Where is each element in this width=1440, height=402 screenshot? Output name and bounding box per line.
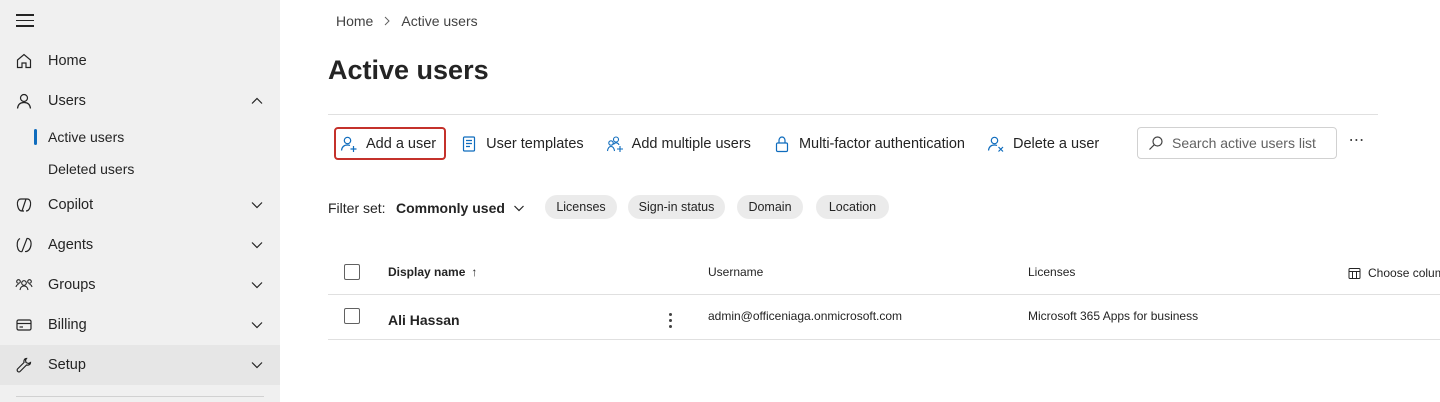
hamburger-menu-icon[interactable]: [16, 14, 34, 28]
wrench-icon: [16, 357, 32, 373]
add-user-label: Add a user: [366, 135, 437, 152]
add-people-icon: [606, 135, 623, 152]
sidebar-item-label: Groups: [48, 277, 96, 293]
divider: [328, 294, 1440, 295]
sidebar-item-label: Users: [48, 93, 86, 109]
home-icon: [16, 53, 32, 69]
mfa-label: Multi-factor authentication: [798, 135, 965, 152]
user-icon: [16, 93, 32, 109]
add-user-button[interactable]: Add a user: [334, 127, 447, 160]
filter-set-label: Filter set:: [328, 200, 386, 216]
column-header-label: Display name: [388, 265, 466, 279]
column-header-display-name[interactable]: Display name ↑: [388, 265, 477, 279]
sidebar-subitem-active-users[interactable]: Active users: [0, 121, 280, 153]
delete-user-icon: [987, 136, 1004, 152]
chevron-down-icon: [513, 205, 524, 212]
row-more-actions-icon[interactable]: [662, 310, 678, 332]
chevron-down-icon: [251, 322, 263, 329]
command-bar: Add a user User templates Add multiple u…: [334, 127, 1115, 160]
select-all-checkbox[interactable]: [344, 264, 360, 280]
sidebar-item-groups[interactable]: Groups: [0, 265, 280, 305]
search-input[interactable]: [1172, 135, 1322, 151]
document-icon: [463, 135, 476, 152]
copilot-icon: [16, 198, 32, 212]
chevron-down-icon: [251, 362, 263, 369]
chevron-down-icon: [251, 202, 263, 209]
breadcrumb: Home Active users: [336, 12, 478, 30]
breadcrumb-home-link[interactable]: Home: [336, 13, 373, 29]
divider: [328, 114, 1378, 115]
page-title: Active users: [328, 55, 489, 85]
selected-indicator: [34, 129, 37, 145]
filter-chip-location[interactable]: Location: [816, 195, 889, 219]
chevron-down-icon: [251, 242, 263, 249]
add-multiple-users-label: Add multiple users: [631, 135, 751, 152]
divider: [328, 339, 1440, 340]
column-header-username[interactable]: Username: [708, 265, 763, 279]
user-templates-button[interactable]: User templates: [454, 127, 592, 160]
sidebar-item-setup[interactable]: Setup: [0, 345, 280, 385]
groups-icon: [15, 279, 33, 291]
lock-icon: [775, 135, 789, 152]
choose-columns-label: Choose columns: [1368, 266, 1440, 280]
more-options-button[interactable]: ⋯: [1344, 130, 1370, 156]
filter-set-value: Commonly used: [396, 200, 505, 216]
chevron-up-icon: [251, 97, 263, 104]
sidebar-subitem-deleted-users[interactable]: Deleted users: [0, 153, 280, 185]
add-user-icon: [340, 136, 357, 152]
user-templates-label: User templates: [486, 135, 584, 152]
column-header-licenses[interactable]: Licenses: [1028, 265, 1075, 279]
breadcrumb-current: Active users: [401, 13, 478, 29]
chevron-down-icon: [251, 282, 263, 289]
sidebar-item-copilot[interactable]: Copilot: [0, 185, 280, 225]
sort-ascending-icon: ↑: [471, 265, 478, 279]
filter-chip-sign-in-status[interactable]: Sign-in status: [628, 195, 725, 219]
sidebar-subitem-label: Active users: [48, 129, 125, 145]
billing-icon: [16, 319, 32, 331]
sidebar-item-agents[interactable]: Agents: [0, 225, 280, 265]
filter-set-dropdown[interactable]: Commonly used: [396, 198, 525, 218]
sidebar-item-label: Billing: [48, 317, 87, 333]
filter-chip-licenses[interactable]: Licenses: [545, 195, 617, 219]
user-licenses: Microsoft 365 Apps for business: [1028, 309, 1199, 323]
choose-columns-button[interactable]: Choose columns: [1348, 266, 1440, 280]
columns-icon: [1348, 267, 1361, 279]
sidebar-item-billing[interactable]: Billing: [0, 305, 280, 345]
delete-user-button[interactable]: Delete a user: [981, 127, 1107, 160]
sidebar-item-users[interactable]: Users: [0, 81, 280, 121]
sidebar: Home Users Active users Deleted users Co…: [0, 0, 280, 402]
search-icon: [1149, 136, 1163, 150]
sidebar-item-label: Agents: [48, 237, 94, 253]
row-checkbox[interactable]: [344, 308, 360, 324]
sidebar-divider: [16, 396, 264, 397]
sidebar-subitem-label: Deleted users: [48, 161, 135, 177]
delete-user-label: Delete a user: [1012, 135, 1100, 152]
add-multiple-users-button[interactable]: Add multiple users: [600, 127, 759, 160]
user-display-name[interactable]: Ali Hassan: [388, 312, 460, 328]
sidebar-item-home[interactable]: Home: [0, 41, 280, 81]
mfa-button[interactable]: Multi-factor authentication: [767, 127, 973, 160]
search-box[interactable]: [1137, 127, 1337, 159]
sidebar-item-label: Setup: [48, 357, 86, 373]
agents-icon: [16, 237, 32, 253]
chevron-right-icon: [385, 16, 391, 26]
sidebar-item-label: Home: [48, 53, 87, 69]
sidebar-item-label: Copilot: [48, 197, 94, 213]
filter-chip-domain[interactable]: Domain: [737, 195, 803, 219]
user-username: admin@officeniaga.onmicrosoft.com: [708, 309, 903, 323]
